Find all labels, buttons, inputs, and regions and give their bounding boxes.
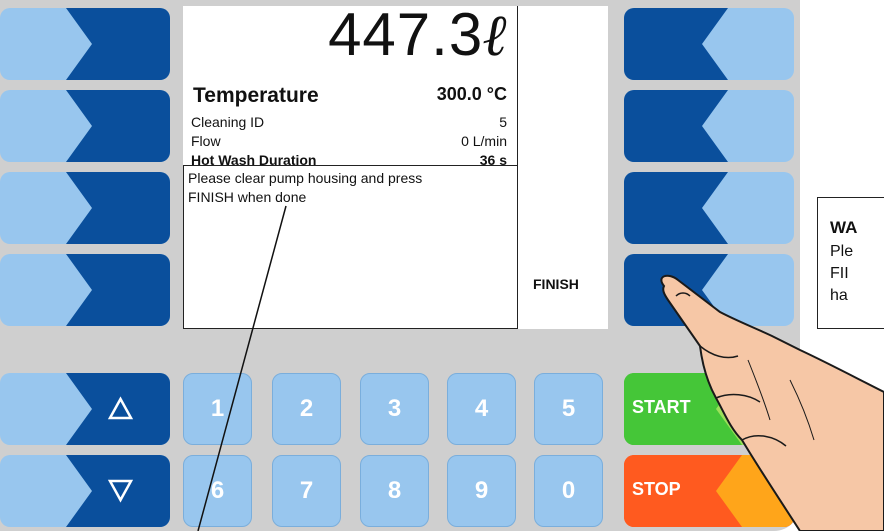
warning-text: Ple FII ha bbox=[830, 243, 854, 304]
start-button[interactable]: START bbox=[624, 373, 794, 445]
right-softkey-1[interactable] bbox=[624, 8, 794, 80]
key-2[interactable]: 2 bbox=[272, 373, 341, 445]
warning-callout: WA Ple FII ha bbox=[817, 197, 884, 329]
temperature-row: Temperature 300.0 °C bbox=[193, 84, 507, 110]
key-4[interactable]: 4 bbox=[447, 373, 516, 445]
cleaning-id-label: Cleaning ID bbox=[191, 114, 265, 130]
right-softkey-3[interactable] bbox=[624, 172, 794, 244]
volume-value: 447.3 bbox=[328, 1, 484, 68]
hot-wash-duration-value: 36 s bbox=[479, 152, 507, 166]
message-text: Please clear pump housing and press FINI… bbox=[188, 169, 511, 207]
key-7[interactable]: 7 bbox=[272, 455, 341, 527]
key-3[interactable]: 3 bbox=[360, 373, 429, 445]
display-content: 447.3ℓ Temperature 300.0 °C Cleaning ID … bbox=[183, 1, 518, 329]
volume-readout: 447.3ℓ bbox=[328, 0, 509, 69]
key-6[interactable]: 6 bbox=[183, 455, 252, 527]
display-screen: 447.3ℓ Temperature 300.0 °C Cleaning ID … bbox=[183, 1, 608, 329]
message-line-1: Please clear pump housing and press bbox=[188, 170, 423, 186]
left-softkey-2[interactable] bbox=[0, 90, 170, 162]
cleaning-id-value: 5 bbox=[499, 114, 507, 130]
hot-wash-duration-row: Hot Wash Duration 36 s bbox=[191, 152, 507, 166]
key-8[interactable]: 8 bbox=[360, 455, 429, 527]
flow-row: Flow 0 L/min bbox=[191, 133, 507, 151]
left-softkey-4[interactable] bbox=[0, 254, 170, 326]
message-line-2: FINISH when done bbox=[188, 189, 307, 205]
down-arrow-button[interactable] bbox=[0, 455, 170, 527]
right-softkey-2[interactable] bbox=[624, 90, 794, 162]
hot-wash-duration-label: Hot Wash Duration bbox=[191, 152, 317, 166]
temperature-value: 300.0 °C bbox=[436, 84, 507, 104]
flow-value: 0 L/min bbox=[461, 133, 507, 149]
key-5[interactable]: 5 bbox=[534, 373, 603, 445]
up-arrow-button[interactable] bbox=[0, 373, 170, 445]
left-softkey-3[interactable] bbox=[0, 172, 170, 244]
key-0[interactable]: 0 bbox=[534, 455, 603, 527]
start-label: START bbox=[632, 397, 691, 417]
control-panel: 447.3ℓ Temperature 300.0 °C Cleaning ID … bbox=[0, 0, 800, 531]
message-box: Please clear pump housing and press FINI… bbox=[183, 165, 518, 329]
finish-softkey[interactable] bbox=[624, 254, 794, 326]
left-softkey-1[interactable] bbox=[0, 8, 170, 80]
flow-label: Flow bbox=[191, 133, 221, 149]
key-9[interactable]: 9 bbox=[447, 455, 516, 527]
key-1[interactable]: 1 bbox=[183, 373, 252, 445]
stop-button[interactable]: STOP bbox=[624, 455, 794, 527]
finish-softkey-label: FINISH bbox=[533, 276, 579, 292]
warning-title: WA bbox=[830, 218, 858, 237]
volume-unit: ℓ bbox=[483, 1, 509, 69]
cleaning-id-row: Cleaning ID 5 bbox=[191, 114, 507, 132]
stop-label: STOP bbox=[632, 479, 681, 499]
temperature-label: Temperature bbox=[193, 84, 319, 107]
